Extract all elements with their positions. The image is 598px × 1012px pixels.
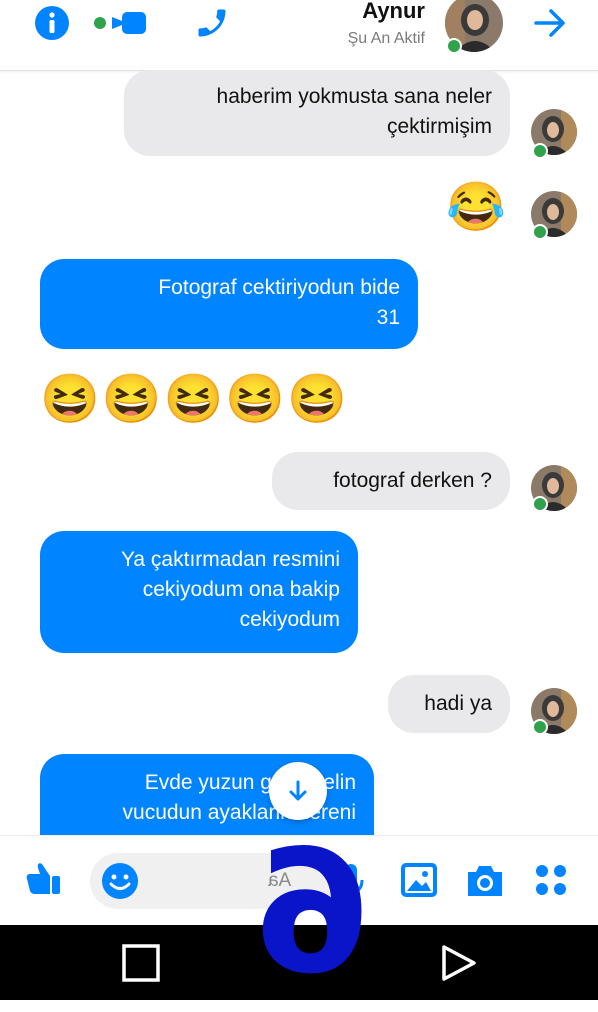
gallery-icon[interactable]: [398, 860, 440, 905]
online-indicator: [532, 143, 548, 159]
back-button[interactable]: [438, 943, 478, 988]
message-bubble-incoming[interactable]: hadi ya: [388, 675, 510, 733]
online-indicator: [532, 719, 548, 735]
message-text: hadi ya: [424, 692, 492, 715]
video-call-icon[interactable]: [92, 5, 154, 41]
back-arrow-icon[interactable]: [532, 5, 568, 41]
info-icon[interactable]: [34, 5, 70, 41]
arrow-down-icon: [289, 780, 307, 801]
scroll-to-bottom-button[interactable]: [269, 762, 327, 820]
camera-icon[interactable]: [464, 860, 506, 905]
message-text: cekiyodum: [239, 608, 340, 631]
overlay-number: 6: [253, 814, 372, 1012]
online-indicator: [446, 38, 462, 54]
emoji-message: 😂: [446, 181, 506, 234]
online-indicator: [532, 224, 548, 240]
message-bubble-outgoing[interactable]: Ya çaktırmadan resmini cekiyodum ona bak…: [40, 531, 358, 653]
message-text: fotograf derken ?: [333, 469, 492, 492]
like-icon[interactable]: [22, 858, 64, 905]
phone-icon[interactable]: [194, 5, 230, 41]
apps-icon[interactable]: [533, 862, 569, 903]
emoji-message: 😆😆😆😆😆: [40, 373, 349, 426]
message-text: çektirmişim: [387, 115, 492, 138]
emoji-icon[interactable]: [100, 861, 140, 906]
conversation-header: [0, 0, 598, 71]
online-indicator: [532, 496, 548, 512]
message-text: cekiyodum ona bakip: [142, 578, 340, 601]
message-text: 31: [376, 306, 400, 329]
message-text: Fotograf cektiriyodun bide: [158, 276, 400, 299]
message-text: haberim yokmusta sana neler: [216, 85, 492, 108]
contact-name: Aynur: [362, 0, 425, 23]
message-bubble-outgoing[interactable]: Fotograf cektiriyodun bide 31: [40, 259, 418, 349]
active-status: Şu An Aktif: [347, 30, 425, 47]
message-bubble-incoming[interactable]: haberim yokmusta sana neler çektirmişim: [124, 70, 510, 156]
message-bubble-incoming[interactable]: fotograf derken ?: [272, 452, 510, 510]
message-text: Ya çaktırmadan resmini: [120, 548, 340, 571]
recents-button[interactable]: [121, 943, 161, 988]
